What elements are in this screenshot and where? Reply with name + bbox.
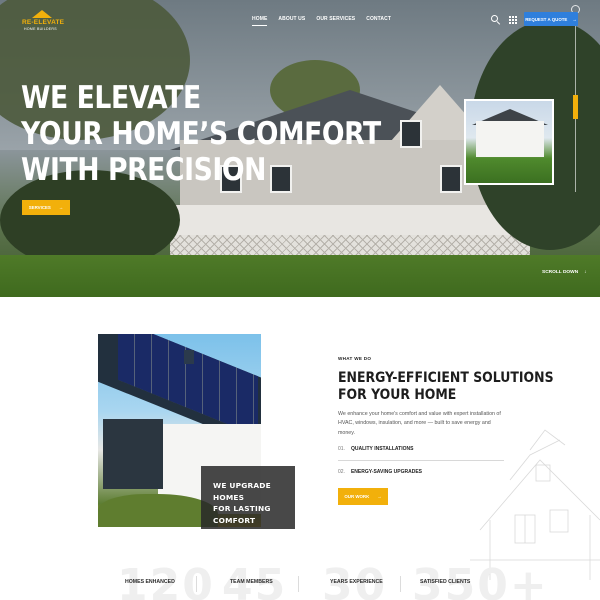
hero-inset-photo[interactable]: [464, 99, 554, 185]
nav-our-services[interactable]: OUR SERVICES: [316, 16, 355, 22]
section-title-line: FOR YOUR HOME: [338, 387, 457, 403]
request-quote-button[interactable]: REQUEST A QUOTE →: [524, 12, 578, 26]
hero-lawn: [0, 255, 600, 297]
search-icon[interactable]: [491, 15, 501, 25]
feature-label: ENERGY-SAVING UPGRADES: [350, 469, 422, 475]
brand-name: RE-ELEVATE: [22, 19, 65, 26]
stat-label: SATISFIED CLIENTS: [420, 579, 471, 585]
main-nav: HOME ABOUT US OUR SERVICES CONTACT: [252, 16, 391, 26]
scroll-down-link[interactable]: SCROLL DOWN ↓: [542, 270, 587, 275]
nav-about-us[interactable]: ABOUT US: [278, 16, 305, 22]
brand-logo[interactable]: RE-ELEVATE HOME BUILDERS: [22, 10, 65, 34]
feature-number: 02.: [338, 469, 345, 475]
arrow-right-icon: →: [572, 16, 577, 22]
hero-title: WE ELEVATE YOUR HOME’S COMFORT WITH PREC…: [21, 80, 381, 188]
section-title-line: ENERGY-EFFICIENT SOLUTIONS: [338, 370, 554, 386]
scroll-down-label: SCROLL DOWN: [542, 270, 579, 275]
overlay-line: WE UPGRADE HOMES: [213, 481, 271, 502]
stat-label: TEAM MEMBERS: [230, 579, 273, 585]
section-title: ENERGY-EFFICIENT SOLUTIONS FOR YOUR HOME: [338, 370, 554, 404]
hero-title-line: WITH PRECISION: [21, 152, 266, 188]
services-button[interactable]: SERVICES →: [22, 200, 70, 215]
nav-home[interactable]: HOME: [252, 16, 268, 26]
stat-divider: [400, 576, 401, 592]
request-quote-label: REQUEST A QUOTE: [525, 16, 568, 22]
feature-number: 01.: [338, 446, 345, 452]
our-work-button[interactable]: OUR WORK →: [338, 488, 388, 505]
our-work-label: OUR WORK: [344, 494, 370, 499]
arrow-down-icon: ↓: [584, 270, 587, 275]
arrow-right-icon: →: [377, 494, 382, 499]
nav-contact[interactable]: CONTACT: [366, 16, 391, 22]
stat-label: YEARS EXPERIENCE: [330, 579, 383, 585]
brand-tagline: HOME BUILDERS: [24, 27, 57, 31]
hero-title-line: WE ELEVATE: [21, 80, 201, 116]
hero-title-line: YOUR HOME’S COMFORT: [21, 116, 381, 152]
roof-logo-icon: [32, 10, 52, 18]
overlay-line: COMFORT: [213, 515, 256, 525]
section-eyebrow: WHAT WE DO: [338, 356, 372, 361]
hero-slider-progress: [573, 95, 578, 119]
feature-label: QUALITY INSTALLATIONS: [350, 446, 414, 452]
stat-label: HOMES ENHANCED: [125, 579, 175, 585]
stat-divider: [298, 576, 299, 592]
stats-bar: 120 HOMES ENHANCED 45 TEAM MEMBERS 30 YE…: [0, 560, 600, 600]
overlay-line: FOR LASTING: [213, 504, 271, 513]
arrow-right-icon: →: [58, 205, 64, 210]
grid-menu-icon[interactable]: [509, 16, 517, 24]
house-sketch-illustration: [470, 429, 600, 580]
photo-overlay-card: WE UPGRADE HOMES FOR LASTING COMFORT: [201, 466, 295, 529]
stat-divider: [196, 576, 197, 592]
services-button-label: SERVICES: [28, 205, 51, 210]
